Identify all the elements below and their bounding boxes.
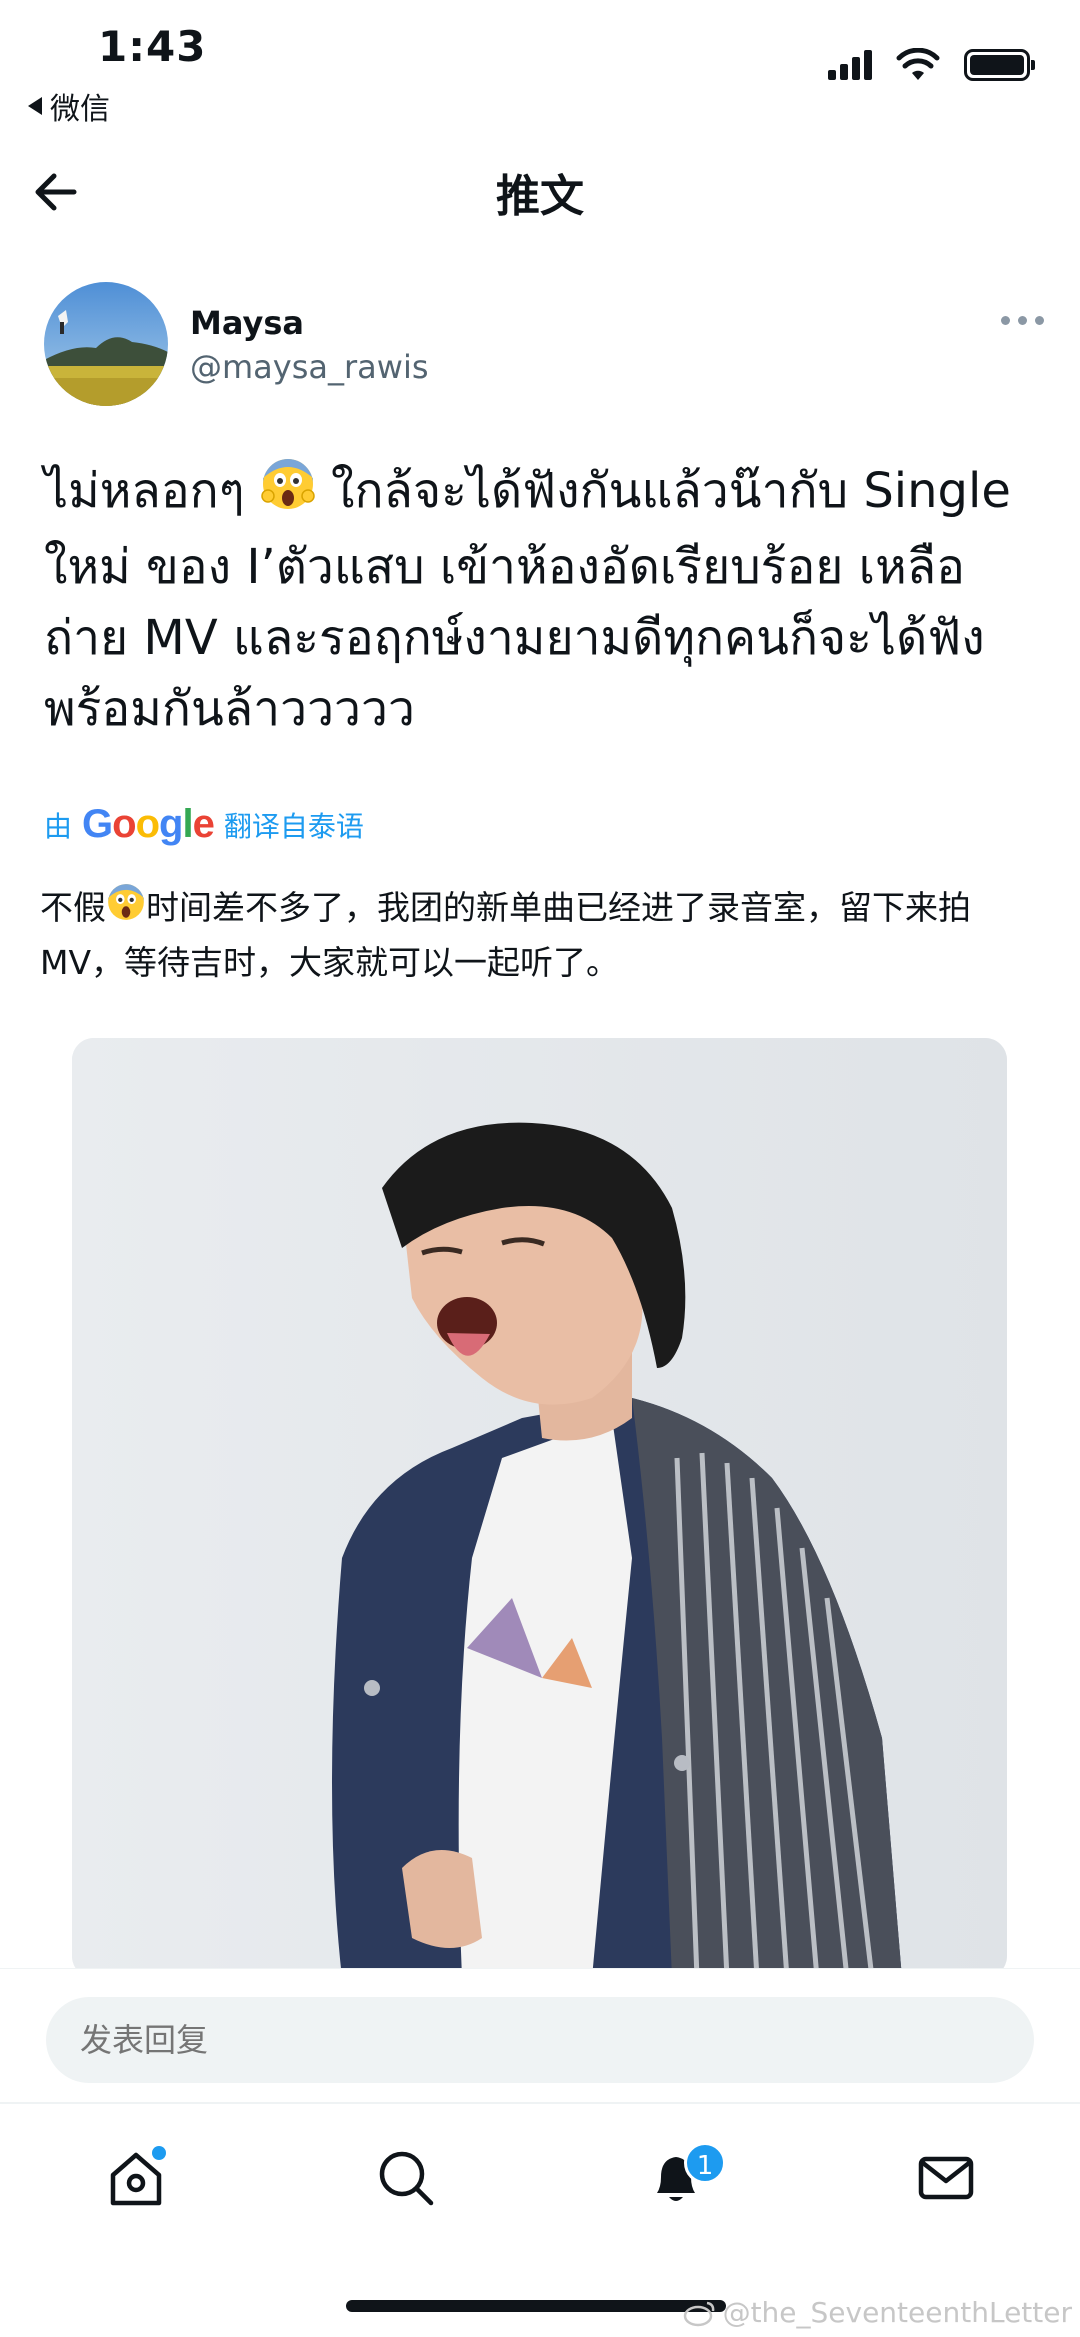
tab-notifications[interactable]: 1 <box>636 2138 726 2218</box>
more-options-icon[interactable] <box>1001 316 1044 325</box>
watermark: @the_SeventeenthLetter <box>683 2296 1072 2329</box>
weibo-logo-icon <box>683 2301 714 2326</box>
tab-bar: 1 @the_SeventeenthLetter <box>0 2102 1080 2337</box>
reply-input[interactable] <box>46 1997 1034 2083</box>
screaming-face-emoji-small <box>106 882 146 937</box>
header: 推文 <box>0 140 1080 240</box>
author-handle[interactable]: @maysa_rawis <box>190 348 429 386</box>
tweet-author: Maysa @maysa_rawis <box>44 282 1044 412</box>
status-bar: 1:43 微信 <box>0 0 1080 127</box>
page-title: 推文 <box>496 171 584 222</box>
notification-count-badge: 1 <box>684 2142 726 2184</box>
home-indicator <box>346 2300 726 2312</box>
watermark-text: @the_SeventeenthLetter <box>722 2296 1072 2329</box>
tweet-translation: 不假 时间差不多了，我团的新单曲已经进了录音室，留下来拍MV，等待吉时，大家就可… <box>40 882 1050 989</box>
signal-icon <box>828 50 872 80</box>
tab-search[interactable] <box>366 2138 446 2218</box>
back-triangle-icon <box>28 97 42 115</box>
status-time: 1:43 <box>98 22 207 71</box>
screaming-face-emoji <box>260 456 316 532</box>
tab-messages[interactable] <box>906 2138 986 2218</box>
tweet-text-part1: ไม่หลอกๆ <box>44 463 260 519</box>
status-icons <box>828 48 1035 82</box>
battery-icon <box>964 49 1035 81</box>
translation-part2: 时间差不多了，我团的新单曲已经进了录音室，留下来拍MV，等待吉时，大家就可以一起… <box>40 888 971 982</box>
home-dot-badge <box>152 2146 166 2160</box>
back-to-wechat[interactable]: 微信 <box>28 84 110 128</box>
mail-icon <box>918 2156 974 2200</box>
tweet-text: ไม่หลอกๆ ใกล้จะได้ฟังกันแล้วน๊ากับ Singl… <box>44 456 1044 745</box>
wifi-icon <box>896 48 940 80</box>
search-icon <box>379 2151 434 2206</box>
translated-prefix: 由 <box>44 809 73 843</box>
tweet-photo[interactable] <box>72 1038 1007 1978</box>
tab-home[interactable] <box>96 2138 176 2218</box>
author-name[interactable]: Maysa <box>190 304 304 342</box>
google-logo: Google <box>82 802 215 846</box>
translated-suffix: 翻译自泰语 <box>223 809 364 843</box>
avatar[interactable] <box>44 282 168 406</box>
back-app-label: 微信 <box>50 92 110 127</box>
reply-area <box>0 1968 1080 2102</box>
translated-by[interactable]: 由 Google 翻译自泰语 <box>44 802 364 847</box>
translation-part1: 不假 <box>40 888 106 927</box>
